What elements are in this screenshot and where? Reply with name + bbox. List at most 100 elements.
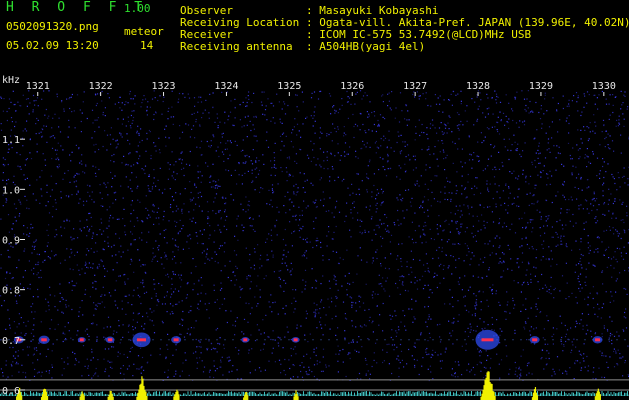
noise-pixel bbox=[132, 334, 134, 336]
noise-pixel bbox=[360, 378, 362, 380]
noise-pixel bbox=[550, 285, 552, 287]
noise-pixel bbox=[163, 229, 165, 232]
noise-pixel bbox=[6, 110, 8, 113]
noise-pixel bbox=[313, 91, 316, 93]
noise-pixel bbox=[65, 306, 67, 308]
noise-pixel bbox=[108, 220, 110, 222]
noise-pixel bbox=[259, 267, 261, 269]
noise-pixel bbox=[459, 216, 461, 218]
noise-pixel bbox=[546, 290, 548, 292]
noise-pixel bbox=[200, 140, 203, 142]
noise-pixel bbox=[556, 263, 558, 266]
noise-pixel bbox=[241, 183, 243, 185]
noise-pixel bbox=[132, 116, 135, 119]
baseline-bar bbox=[619, 391, 621, 396]
noise-pixel bbox=[586, 179, 589, 181]
baseline-bar bbox=[606, 393, 607, 396]
noise-pixel bbox=[507, 301, 509, 303]
noise-pixel bbox=[499, 304, 501, 306]
noise-pixel bbox=[70, 96, 72, 98]
noise-pixel bbox=[313, 111, 315, 113]
noise-pixel bbox=[165, 357, 167, 360]
noise-pixel bbox=[112, 346, 115, 348]
noise-pixel bbox=[172, 116, 175, 118]
noise-pixel bbox=[331, 301, 333, 303]
noise-pixel bbox=[455, 266, 457, 269]
noise-pixel bbox=[498, 363, 500, 365]
noise-pixel bbox=[223, 347, 225, 350]
noise-pixel bbox=[457, 148, 459, 150]
noise-pixel bbox=[250, 334, 252, 336]
noise-pixel bbox=[195, 203, 197, 205]
noise-pixel bbox=[422, 229, 424, 231]
noise-pixel bbox=[425, 164, 427, 166]
noise-pixel bbox=[405, 104, 407, 106]
noise-pixel bbox=[214, 260, 216, 262]
noise-pixel bbox=[440, 122, 442, 124]
noise-pixel bbox=[307, 374, 309, 376]
noise-pixel bbox=[54, 113, 56, 115]
baseline-bar bbox=[228, 391, 229, 396]
noise-pixel bbox=[280, 363, 282, 365]
noise-pixel bbox=[159, 167, 161, 169]
noise-pixel bbox=[477, 348, 479, 350]
noise-pixel bbox=[444, 192, 446, 194]
baseline-bar bbox=[249, 391, 250, 396]
noise-pixel bbox=[529, 221, 532, 223]
noise-pixel bbox=[87, 367, 89, 369]
noise-pixel bbox=[601, 307, 603, 309]
meteor-echo bbox=[105, 336, 115, 344]
noise-pixel bbox=[414, 366, 416, 368]
noise-pixel bbox=[548, 246, 550, 248]
noise-pixel bbox=[62, 332, 64, 335]
noise-pixel bbox=[187, 124, 190, 126]
noise-pixel bbox=[584, 95, 586, 97]
noise-pixel bbox=[486, 299, 488, 301]
noise-pixel bbox=[626, 108, 628, 110]
noise-pixel bbox=[608, 340, 610, 343]
noise-pixel bbox=[554, 287, 556, 289]
noise-pixel bbox=[452, 306, 454, 308]
noise-pixel bbox=[171, 106, 173, 108]
noise-pixel bbox=[558, 369, 560, 371]
noise-pixel bbox=[285, 212, 287, 214]
noise-pixel bbox=[525, 298, 527, 300]
noise-pixel bbox=[248, 274, 250, 277]
noise-pixel bbox=[474, 235, 476, 237]
noise-pixel bbox=[429, 365, 431, 367]
noise-pixel bbox=[589, 292, 591, 294]
noise-pixel bbox=[311, 268, 313, 270]
noise-pixel bbox=[548, 291, 550, 294]
noise-pixel bbox=[579, 257, 582, 260]
noise-pixel bbox=[615, 350, 617, 352]
noise-pixel bbox=[325, 210, 327, 212]
noise-pixel bbox=[366, 176, 368, 178]
noise-pixel bbox=[441, 250, 443, 253]
noise-pixel bbox=[22, 145, 24, 147]
noise-pixel bbox=[571, 199, 573, 201]
noise-pixel bbox=[11, 147, 13, 149]
noise-pixel bbox=[132, 98, 134, 100]
noise-pixel bbox=[121, 109, 123, 111]
echo-core bbox=[137, 338, 147, 342]
noise-pixel bbox=[127, 139, 129, 141]
noise-pixel bbox=[615, 229, 617, 231]
noise-pixel bbox=[276, 93, 278, 95]
time-tick-label: 1325 bbox=[277, 81, 301, 92]
noise-pixel bbox=[189, 164, 191, 166]
noise-pixel bbox=[68, 282, 70, 284]
noise-pixel bbox=[111, 177, 114, 179]
noise-pixel bbox=[189, 234, 191, 236]
noise-pixel bbox=[515, 177, 517, 179]
noise-pixel bbox=[49, 286, 51, 288]
noise-pixel bbox=[618, 122, 620, 124]
noise-pixel bbox=[595, 248, 597, 250]
noise-pixel bbox=[158, 245, 160, 247]
noise-pixel bbox=[165, 254, 167, 256]
noise-pixel bbox=[120, 134, 122, 136]
noise-pixel bbox=[415, 132, 417, 134]
noise-pixel bbox=[492, 245, 494, 247]
noise-pixel bbox=[111, 255, 113, 257]
noise-pixel bbox=[128, 365, 130, 367]
noise-pixel bbox=[140, 281, 142, 284]
